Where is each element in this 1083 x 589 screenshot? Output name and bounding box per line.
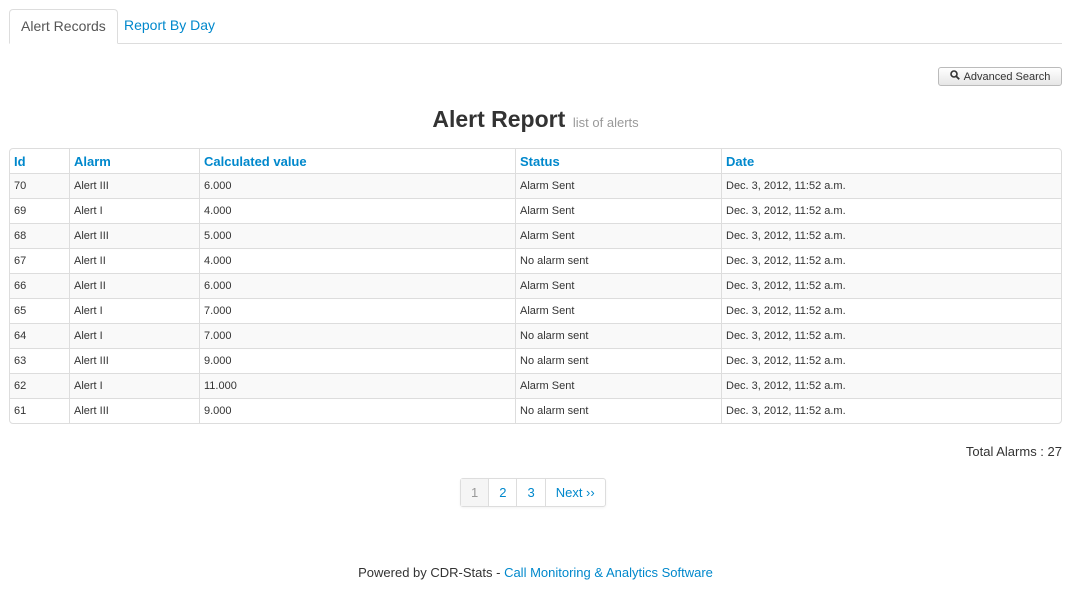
table-row: 65 Alert I 7.000 Alarm Sent Dec. 3, 2012, 11… bbox=[10, 298, 1061, 323]
advanced-search-label: Advanced Search bbox=[963, 71, 1051, 83]
cell-id: 67 bbox=[10, 248, 69, 273]
advanced-search-button[interactable]: Advanced Search bbox=[938, 67, 1062, 86]
footer-text: Powered by CDR-Stats - bbox=[358, 565, 505, 580]
cell-alarm: Alert I bbox=[69, 323, 199, 348]
total-alarms: Total Alarms : 27 bbox=[965, 444, 1062, 459]
cell-id: 69 bbox=[10, 198, 69, 223]
tab-bar: Alert Records Report By Day bbox=[9, 9, 1062, 44]
cell-date: Dec. 3, 2012, 11:52 a.m. bbox=[721, 298, 1061, 323]
cell-calculated-value: 11.000 bbox=[199, 373, 515, 398]
report-heading: Alert Report list of alerts bbox=[0, 106, 1071, 133]
cell-status: Alarm Sent bbox=[515, 223, 721, 248]
cell-calculated-value: 4.000 bbox=[199, 248, 515, 273]
cell-calculated-value: 6.000 bbox=[199, 173, 515, 198]
table-row: 69 Alert I 4.000 Alarm Sent Dec. 3, 2012, 11… bbox=[10, 198, 1061, 223]
cell-id: 70 bbox=[10, 173, 69, 198]
footer-link[interactable]: Call Monitoring & Analytics Software bbox=[504, 565, 713, 580]
page-2-link[interactable]: 2 bbox=[488, 479, 516, 506]
cell-id: 61 bbox=[10, 398, 69, 423]
cell-status: No alarm sent bbox=[515, 348, 721, 373]
cell-calculated-value: 9.000 bbox=[199, 398, 515, 423]
cell-date: Dec. 3, 2012, 11:52 a.m. bbox=[721, 373, 1061, 398]
cell-calculated-value: 7.000 bbox=[199, 323, 515, 348]
cell-calculated-value: 7.000 bbox=[199, 298, 515, 323]
table-row: 63 Alert III 9.000 No alarm sent Dec. 3, 201… bbox=[10, 348, 1061, 373]
cell-alarm: Alert III bbox=[69, 223, 199, 248]
cell-id: 63 bbox=[10, 348, 69, 373]
cell-date: Dec. 3, 2012, 11:52 a.m. bbox=[721, 348, 1061, 373]
cell-status: Alarm Sent bbox=[515, 198, 721, 223]
cell-id: 64 bbox=[10, 323, 69, 348]
cell-alarm: Alert I bbox=[69, 373, 199, 398]
cell-id: 65 bbox=[10, 298, 69, 323]
cell-date: Dec. 3, 2012, 11:52 a.m. bbox=[721, 273, 1061, 298]
table-row: 67 Alert II 4.000 No alarm sent Dec. 3, 2012… bbox=[10, 248, 1061, 273]
cell-alarm: Alert I bbox=[69, 198, 199, 223]
search-icon bbox=[949, 68, 960, 86]
cell-status: No alarm sent bbox=[515, 398, 721, 423]
table-row: 62 Alert I 11.000 Alarm Sent Dec. 3, 2012, 1… bbox=[10, 373, 1061, 398]
cell-date: Dec. 3, 2012, 11:52 a.m. bbox=[721, 173, 1061, 198]
column-header-id[interactable]: Id bbox=[10, 149, 69, 173]
cell-status: Alarm Sent bbox=[515, 173, 721, 198]
tab-report-by-day[interactable]: Report By Day bbox=[113, 9, 226, 42]
column-header-calculated-value[interactable]: Calculated value bbox=[199, 149, 515, 173]
column-header-date[interactable]: Date bbox=[721, 149, 1061, 173]
cell-status: No alarm sent bbox=[515, 323, 721, 348]
table-row: 70 Alert III 6.000 Alarm Sent Dec. 3, 2012, … bbox=[10, 173, 1061, 198]
cell-id: 62 bbox=[10, 373, 69, 398]
table-row: 61 Alert III 9.000 No alarm sent Dec. 3, 201… bbox=[10, 398, 1061, 423]
tab-alert-records[interactable]: Alert Records bbox=[9, 9, 118, 44]
cell-alarm: Alert II bbox=[69, 273, 199, 298]
cell-status: Alarm Sent bbox=[515, 273, 721, 298]
cell-alarm: Alert III bbox=[69, 173, 199, 198]
cell-status: No alarm sent bbox=[515, 248, 721, 273]
page-subtitle: list of alerts bbox=[572, 115, 639, 130]
cell-alarm: Alert II bbox=[69, 248, 199, 273]
cell-calculated-value: 6.000 bbox=[199, 273, 515, 298]
page-title: Alert Report bbox=[432, 106, 566, 132]
table-header-row: Id Alarm Calculated value Status Date bbox=[10, 149, 1061, 173]
cell-alarm: Alert III bbox=[69, 398, 199, 423]
cell-id: 66 bbox=[10, 273, 69, 298]
column-header-alarm[interactable]: Alarm bbox=[69, 149, 199, 173]
cell-status: Alarm Sent bbox=[515, 373, 721, 398]
cell-date: Dec. 3, 2012, 11:52 a.m. bbox=[721, 223, 1061, 248]
cell-alarm: Alert III bbox=[69, 348, 199, 373]
next-page-link[interactable]: Next ›› bbox=[544, 479, 605, 506]
cell-calculated-value: 5.000 bbox=[199, 223, 515, 248]
cell-calculated-value: 9.000 bbox=[199, 348, 515, 373]
cell-id: 68 bbox=[10, 223, 69, 248]
cell-date: Dec. 3, 2012, 11:52 a.m. bbox=[721, 398, 1061, 423]
table-row: 68 Alert III 5.000 Alarm Sent Dec. 3, 2012, … bbox=[10, 223, 1061, 248]
cell-date: Dec. 3, 2012, 11:52 a.m. bbox=[721, 248, 1061, 273]
table-row: 64 Alert I 7.000 No alarm sent Dec. 3, 2012,… bbox=[10, 323, 1061, 348]
column-header-status[interactable]: Status bbox=[515, 149, 721, 173]
footer: Powered by CDR-Stats - Call Monitoring &… bbox=[0, 565, 1071, 580]
pagination: 1 2 3 Next ›› bbox=[460, 478, 606, 507]
page-1-link[interactable]: 1 bbox=[461, 479, 489, 506]
cell-status: Alarm Sent bbox=[515, 298, 721, 323]
cell-alarm: Alert I bbox=[69, 298, 199, 323]
table-row: 66 Alert II 6.000 Alarm Sent Dec. 3, 2012, 1… bbox=[10, 273, 1061, 298]
cell-calculated-value: 4.000 bbox=[199, 198, 515, 223]
alerts-table: Id Alarm Calculated value Status Date 70… bbox=[9, 148, 1062, 424]
page-3-link[interactable]: 3 bbox=[516, 479, 544, 506]
cell-date: Dec. 3, 2012, 11:52 a.m. bbox=[721, 323, 1061, 348]
cell-date: Dec. 3, 2012, 11:52 a.m. bbox=[721, 198, 1061, 223]
